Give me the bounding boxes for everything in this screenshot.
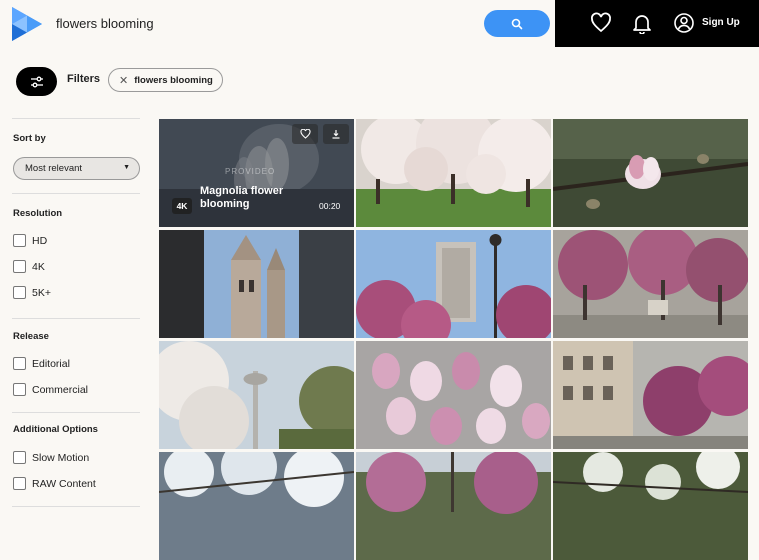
search-input[interactable]: flowers blooming: [56, 16, 154, 31]
additional-title: Additional Options: [13, 424, 98, 435]
user-icon[interactable]: [673, 12, 695, 34]
sort-value: Most relevant: [25, 163, 83, 174]
video-thumbnail[interactable]: [553, 341, 748, 449]
checkbox-label: Editorial: [32, 357, 70, 370]
checkbox[interactable]: [13, 383, 26, 396]
white-flowers-closeup-image: [553, 452, 748, 560]
video-thumbnail[interactable]: [356, 230, 551, 338]
top-header: flowers blooming Sign Up: [0, 0, 759, 47]
sliders-icon: [30, 76, 43, 87]
resolution-title: Resolution: [13, 208, 63, 219]
checkbox-raw-content[interactable]: RAW Content: [13, 477, 96, 490]
heart-icon: [299, 129, 311, 139]
close-icon[interactable]: ✕: [119, 74, 128, 87]
city-tower-redbud-image: [356, 230, 551, 338]
video-thumbnail[interactable]: [356, 452, 551, 560]
checkbox-4k[interactable]: 4K: [13, 260, 45, 273]
checkbox-label: 4K: [32, 260, 45, 273]
street-buildings-image: [553, 341, 748, 449]
checkbox[interactable]: [13, 286, 26, 299]
checkbox[interactable]: [13, 260, 26, 273]
video-thumbnail[interactable]: [356, 119, 551, 227]
white-blossom-branches-image: [159, 452, 354, 560]
search-icon: [511, 18, 523, 29]
checkbox[interactable]: [13, 357, 26, 370]
magnolia-branch-image: [553, 119, 748, 227]
results-grid: PROVIDEO 4K Magnolia flower blooming 00:…: [159, 119, 759, 560]
checkbox[interactable]: [13, 451, 26, 464]
release-title: Release: [13, 331, 49, 342]
bell-icon[interactable]: [631, 12, 653, 34]
checkbox-label: HD: [32, 234, 48, 247]
divider: [12, 118, 140, 119]
checkbox-label: 5K+: [32, 286, 51, 299]
divider: [12, 506, 140, 507]
video-thumbnail[interactable]: PROVIDEO 4K Magnolia flower blooming 00:…: [159, 119, 354, 227]
magnolia-cluster-image: [356, 341, 551, 449]
video-thumbnail[interactable]: [553, 119, 748, 227]
video-title: Magnolia flower blooming: [200, 185, 284, 210]
heart-icon[interactable]: [590, 12, 612, 34]
divider: [12, 193, 140, 194]
sort-select[interactable]: Most relevant ▼: [13, 157, 140, 180]
checkbox-commercial[interactable]: Commercial: [13, 383, 88, 396]
video-thumbnail[interactable]: [159, 452, 354, 560]
watermark-text: PROVIDEO: [225, 167, 276, 176]
checkbox-editorial[interactable]: Editorial: [13, 357, 70, 370]
video-thumbnail[interactable]: [553, 452, 748, 560]
filter-toggle-button[interactable]: [16, 67, 57, 96]
chip-label: flowers blooming: [134, 74, 213, 86]
video-thumbnail[interactable]: [356, 341, 551, 449]
video-thumbnail[interactable]: [553, 230, 748, 338]
checkbox-label: RAW Content: [32, 477, 96, 490]
video-thumbnail[interactable]: [159, 341, 354, 449]
checkbox-slow-motion[interactable]: Slow Motion: [13, 451, 89, 464]
video-thumbnail[interactable]: [159, 230, 354, 338]
white-blossom-tower-image: [159, 341, 354, 449]
divider: [12, 318, 140, 319]
active-filter-chip[interactable]: ✕ flowers blooming: [108, 68, 223, 92]
church-tower-image: [159, 230, 354, 338]
download-icon: [332, 130, 340, 139]
checkbox-5k[interactable]: 5K+: [13, 286, 51, 299]
checkbox-label: Slow Motion: [32, 451, 90, 464]
checkbox-hd[interactable]: HD: [13, 234, 47, 247]
cherry-tree-park-image: [356, 119, 551, 227]
divider: [12, 412, 140, 413]
favorite-button[interactable]: [292, 124, 318, 144]
download-button[interactable]: [323, 124, 349, 144]
chevron-down-icon: ▼: [123, 164, 130, 171]
checkbox-label: Commercial: [32, 383, 89, 396]
signup-link[interactable]: Sign Up: [702, 17, 740, 28]
sort-title: Sort by: [13, 133, 46, 144]
search-button[interactable]: [484, 10, 550, 37]
redbud-square-image: [553, 230, 748, 338]
video-duration: 00:20: [319, 201, 341, 211]
checkbox[interactable]: [13, 234, 26, 247]
pink-tree-avenue-image: [356, 452, 551, 560]
resolution-badge: 4K: [172, 198, 192, 214]
filters-label: Filters: [67, 73, 101, 85]
logo-icon[interactable]: [12, 7, 44, 41]
filter-sidebar: Sort by Most relevant ▼ Resolution HD 4K…: [0, 118, 158, 523]
checkbox[interactable]: [13, 477, 26, 490]
